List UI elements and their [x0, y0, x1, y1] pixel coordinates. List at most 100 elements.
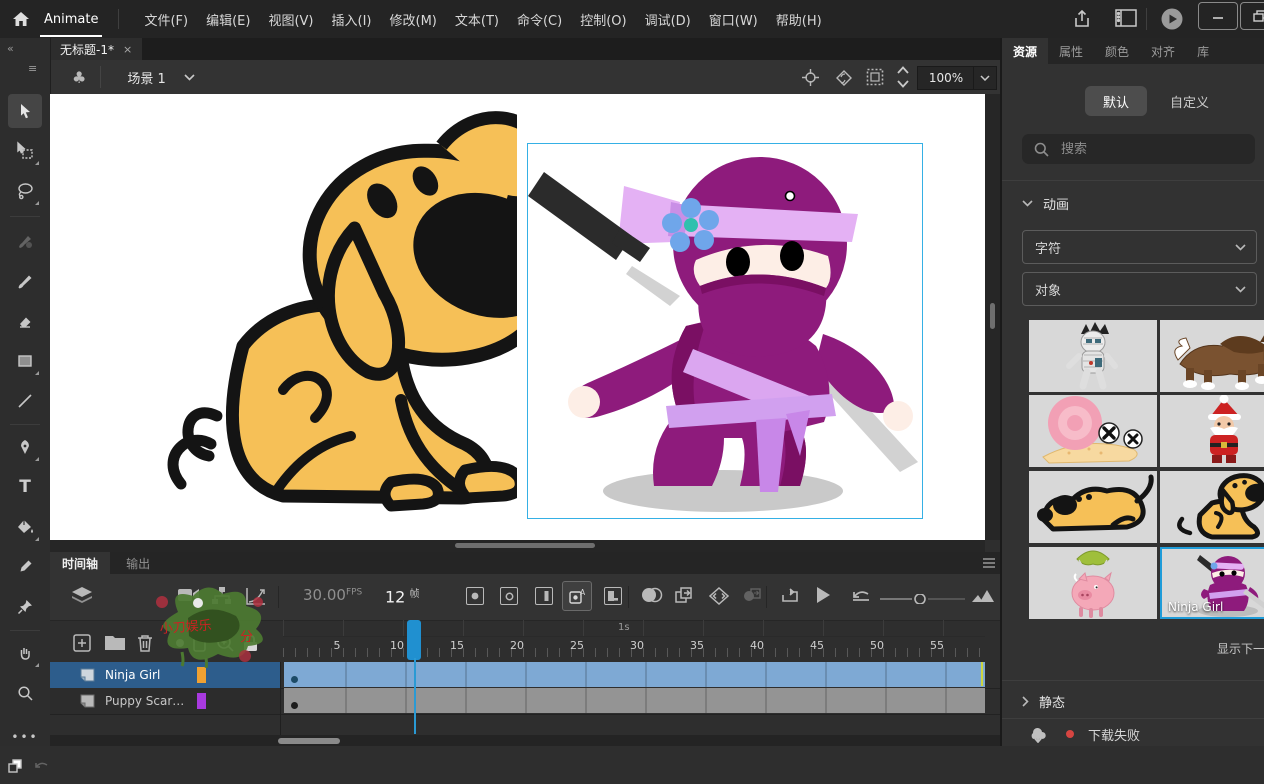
timeline-scroll-thumb[interactable] — [278, 738, 340, 744]
h-scroll-thumb[interactable] — [455, 543, 595, 548]
menu-item-command[interactable]: 命令(C) — [508, 6, 571, 33]
default-mode-button[interactable]: 默认 — [1085, 86, 1147, 116]
stage-canvas[interactable] — [50, 94, 985, 540]
asset-tile-ninja-girl[interactable]: Ninja Girl — [1160, 547, 1264, 619]
asset-tile-pig-parachute[interactable] — [1029, 547, 1157, 619]
fluid-brush-tool[interactable] — [8, 224, 42, 258]
paint-bucket-tool[interactable] — [8, 510, 42, 544]
menu-item-debug[interactable]: 调试(D) — [636, 6, 700, 33]
tab-timeline[interactable]: 时间轴 — [50, 552, 110, 574]
new-layer-icon[interactable] — [73, 634, 91, 652]
insert-keyframe-icon[interactable] — [466, 587, 484, 605]
character-filter-dropdown[interactable]: 字符 — [1022, 230, 1257, 264]
insert-frame-icon[interactable] — [535, 587, 553, 605]
custom-mode-button[interactable]: 自定义 — [1170, 86, 1209, 116]
undo-icon[interactable] — [24, 750, 58, 784]
new-folder-icon[interactable] — [105, 634, 125, 650]
tools-panel-menu-icon[interactable]: ≡ — [28, 62, 37, 75]
stage-vertical-scrollbar[interactable] — [985, 94, 1000, 540]
tab-output[interactable]: 输出 — [114, 552, 162, 574]
ninja-artwork[interactable] — [528, 144, 922, 518]
edit-multiple-frames-icon[interactable] — [675, 587, 695, 605]
scene-label[interactable]: 场景 1 — [127, 68, 165, 87]
asset-tile-wolf[interactable] — [1160, 320, 1264, 392]
tab-library[interactable]: 库 — [1186, 38, 1220, 64]
menu-item-view[interactable]: 视图(V) — [259, 6, 322, 33]
subselection-tool[interactable] — [8, 134, 42, 168]
frame-span-ninja[interactable] — [284, 662, 985, 687]
menu-item-text[interactable]: 文本(T) — [446, 6, 508, 33]
lasso-tool[interactable] — [8, 174, 42, 208]
insert-blank-keyframe-icon[interactable] — [500, 587, 518, 605]
scene-chevron-icon[interactable] — [184, 74, 195, 81]
workspace-icon[interactable] — [1115, 9, 1137, 27]
menu-item-modify[interactable]: 修改(M) — [381, 6, 446, 33]
tab-align[interactable]: 对齐 — [1140, 38, 1186, 64]
zoom-stepper[interactable] — [896, 64, 910, 90]
share-icon[interactable] — [1072, 9, 1092, 29]
v-scroll-thumb[interactable] — [990, 303, 995, 329]
motion-tween-icon[interactable] — [742, 587, 762, 603]
search-input[interactable] — [1059, 141, 1233, 158]
current-frame-value[interactable]: 12 帧 — [385, 585, 420, 606]
layer-row-puppy[interactable]: Puppy Scar… — [50, 688, 1000, 715]
onion-skin-icon[interactable] — [641, 587, 663, 603]
cloud-download-icon[interactable] — [1028, 726, 1048, 743]
create-tween-icon[interactable] — [709, 587, 729, 605]
timeline-panel-menu-icon[interactable] — [982, 557, 996, 569]
zoom-level-input[interactable]: 100% — [917, 66, 975, 90]
playhead-marker[interactable] — [407, 620, 421, 660]
tab-assets[interactable]: 资源 — [1002, 38, 1048, 64]
loop-icon[interactable] — [780, 587, 800, 605]
zoom-tool[interactable] — [8, 676, 42, 710]
rotate-stage-icon[interactable] — [834, 68, 854, 87]
animation-section-header[interactable]: 动画 — [1022, 194, 1069, 213]
layer-outline-swatch[interactable] — [197, 667, 206, 683]
hand-tool[interactable] — [8, 636, 42, 670]
timeline-zoom-icon[interactable] — [972, 589, 994, 603]
timeline-horizontal-scrollbar[interactable] — [50, 735, 1000, 746]
clip-content-icon[interactable] — [866, 68, 884, 86]
menu-item-window[interactable]: 窗口(W) — [700, 6, 767, 33]
menu-item-help[interactable]: 帮助(H) — [767, 6, 831, 33]
stage-horizontal-scrollbar[interactable] — [50, 540, 985, 552]
keyframe-dot[interactable] — [291, 702, 298, 709]
edit-symbols-icon[interactable]: ♣ — [72, 68, 86, 87]
home-icon[interactable] — [12, 11, 30, 27]
show-next-link[interactable]: 显示下一个 — [1217, 640, 1264, 657]
playhead-line[interactable] — [414, 658, 416, 734]
collapse-panel-icon[interactable]: « — [7, 42, 14, 55]
auto-keyframe-button[interactable]: A — [562, 581, 592, 611]
keyframe-dot[interactable] — [291, 676, 298, 683]
document-tab[interactable]: 无标题-1* × — [50, 38, 142, 60]
asset-tile-snail[interactable] — [1029, 395, 1157, 467]
asset-warp-pin-tool[interactable] — [8, 590, 42, 624]
asset-tile-puppy-playing[interactable] — [1029, 471, 1157, 543]
restore-button[interactable] — [1240, 2, 1264, 30]
asset-tile-santa[interactable] — [1160, 395, 1264, 467]
fps-value[interactable]: 30.00FPS — [303, 586, 362, 604]
object-filter-dropdown[interactable]: 对象 — [1022, 272, 1257, 306]
layers-view-icon[interactable] — [72, 587, 92, 605]
more-tools-button[interactable]: ••• — [8, 720, 42, 754]
close-tab-icon[interactable]: × — [123, 43, 132, 56]
center-stage-icon[interactable] — [802, 69, 819, 86]
frame-span-puppy[interactable] — [284, 688, 985, 713]
tab-properties[interactable]: 属性 — [1048, 38, 1094, 64]
asset-search-box[interactable] — [1022, 134, 1255, 164]
puppy-artwork[interactable] — [165, 100, 517, 520]
menu-item-insert[interactable]: 插入(I) — [323, 6, 381, 33]
text-tool[interactable]: T — [8, 470, 42, 504]
layer-outline-swatch[interactable] — [197, 693, 206, 709]
menu-item-file[interactable]: 文件(F) — [135, 6, 197, 33]
rectangle-tool[interactable] — [8, 344, 42, 378]
pen-tool[interactable] — [8, 430, 42, 464]
eyedropper-tool[interactable] — [8, 550, 42, 584]
classic-brush-tool[interactable] — [8, 264, 42, 298]
timeline-zoom-slider[interactable] — [880, 594, 965, 604]
line-tool[interactable] — [8, 384, 42, 418]
tab-color[interactable]: 颜色 — [1094, 38, 1140, 64]
app-name[interactable]: Animate — [40, 12, 102, 27]
static-section-header[interactable]: 静态 — [1022, 692, 1065, 711]
eraser-tool[interactable] — [8, 304, 42, 338]
